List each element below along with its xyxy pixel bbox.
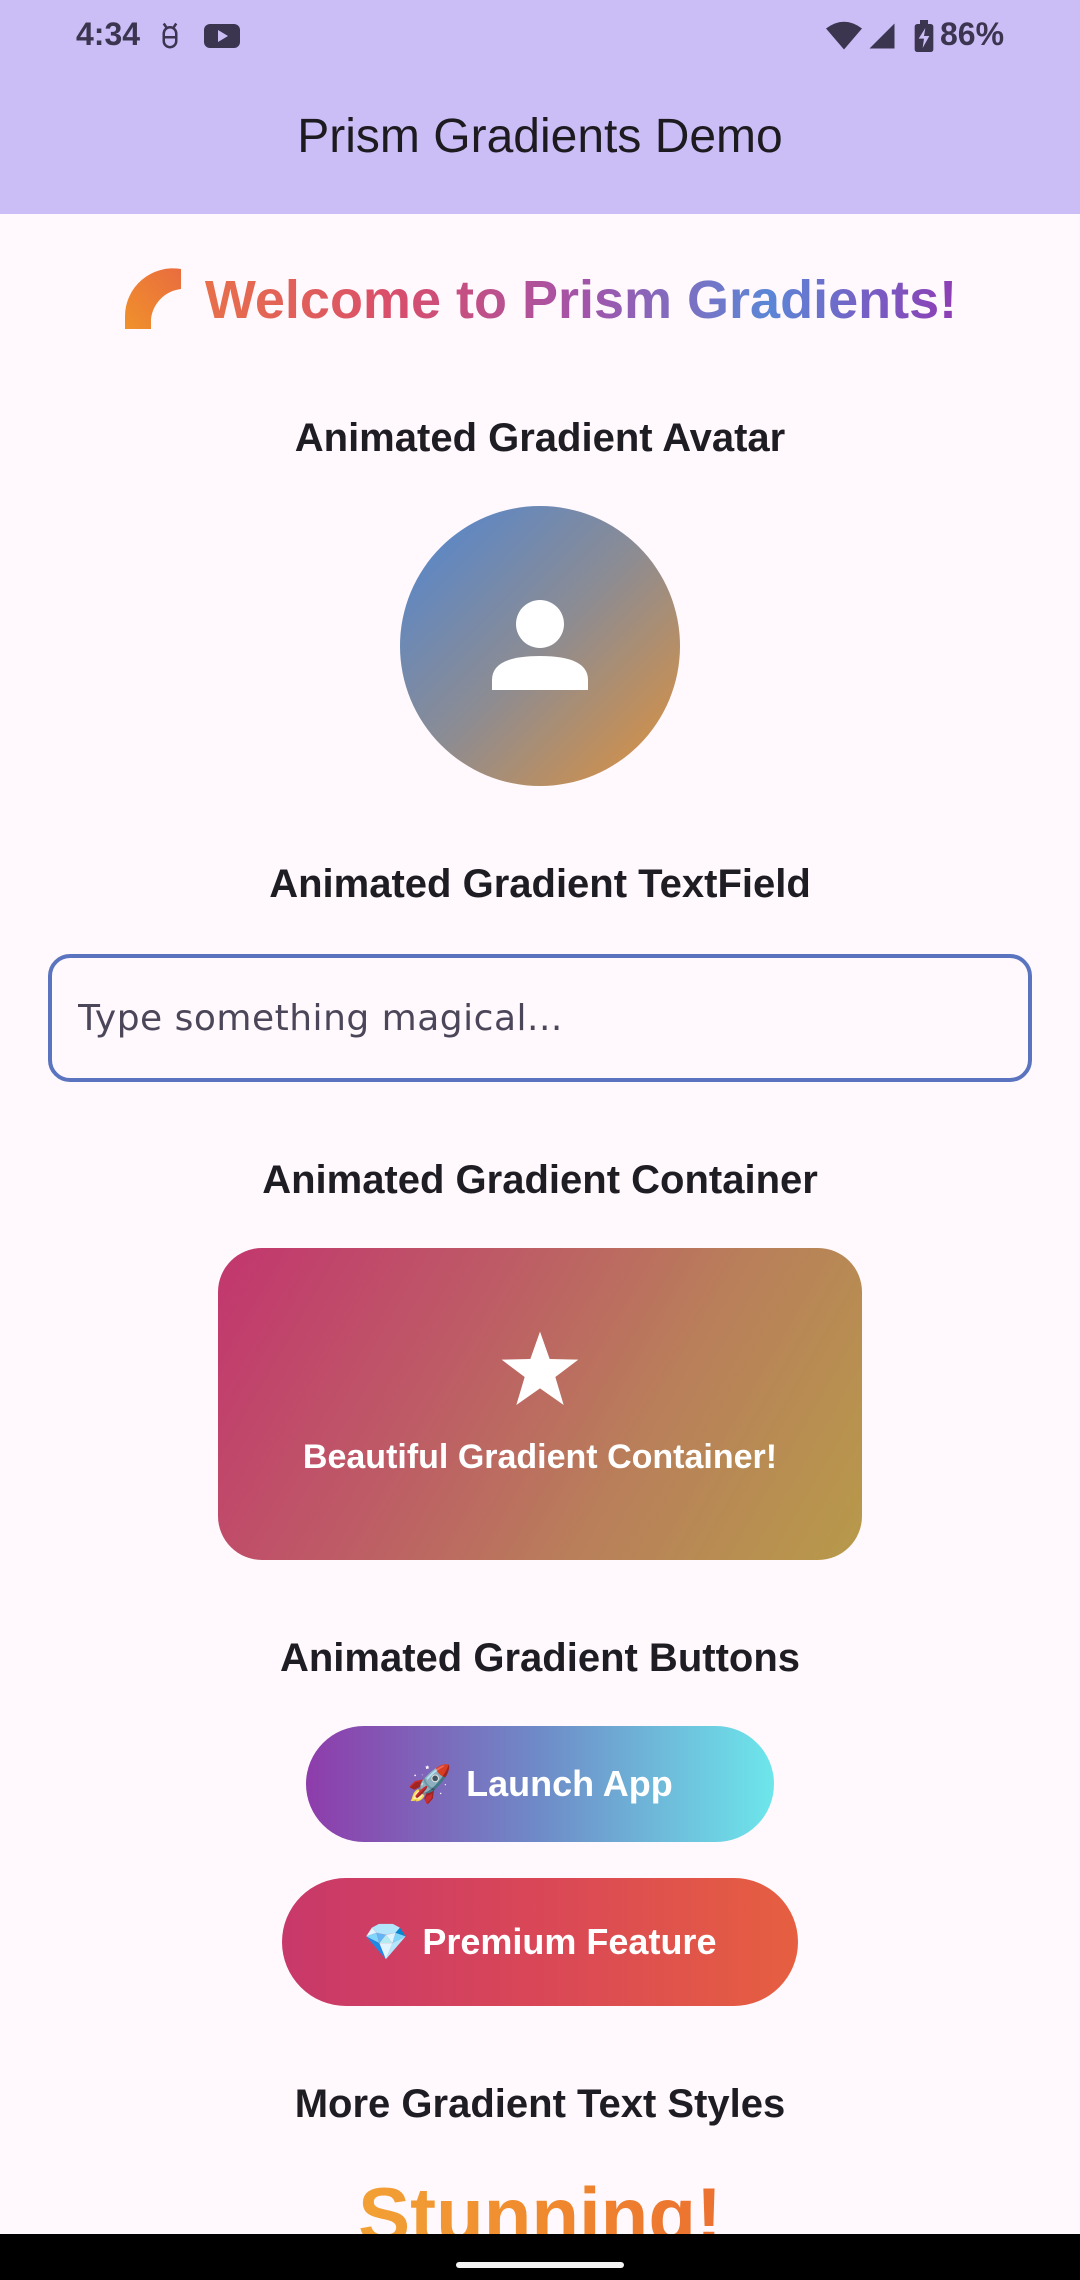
battery-charging-icon xyxy=(906,18,942,54)
textfield-section-title: Animated Gradient TextField xyxy=(269,862,811,906)
android-debug-icon xyxy=(152,18,188,54)
battery-percent: 86% xyxy=(940,16,1005,52)
gradient-textfield[interactable] xyxy=(48,954,1032,1082)
launch-app-label: Launch App xyxy=(466,1763,673,1804)
container-label: Beautiful Gradient Container! xyxy=(302,1438,778,1476)
buttons-section-title: Animated Gradient Buttons xyxy=(279,1636,801,1680)
app-bar-title: Prism Gradients Demo xyxy=(297,109,783,163)
status-bar: 4:34 86% xyxy=(0,0,1080,72)
avatar-section-title: Animated Gradient Avatar xyxy=(294,416,786,460)
system-nav-bar xyxy=(0,2234,1080,2280)
wifi-icon xyxy=(826,18,862,54)
welcome-banner: Welcome to Prism Gradients! xyxy=(0,262,1080,338)
star-icon xyxy=(500,1331,580,1414)
rocket-icon: 🚀 xyxy=(407,1763,453,1804)
status-time: 4:34 xyxy=(76,16,141,52)
avatar[interactable] xyxy=(400,506,680,786)
text-styles-section-title: More Gradient Text Styles xyxy=(294,2082,786,2126)
app-bar: Prism Gradients Demo xyxy=(0,72,1080,214)
welcome-text: Welcome to Prism Gradients! xyxy=(204,270,958,330)
gem-icon: 💎 xyxy=(363,1921,409,1962)
premium-feature-label: Premium Feature xyxy=(422,1921,717,1962)
youtube-icon xyxy=(204,18,240,54)
premium-feature-button[interactable]: 💎 Premium Feature xyxy=(282,1878,798,2006)
gradient-container: Beautiful Gradient Container! xyxy=(218,1248,862,1560)
quarter-circle-icon xyxy=(123,267,183,334)
magic-text-input[interactable] xyxy=(52,958,1028,1078)
home-gesture-handle[interactable] xyxy=(456,2262,624,2268)
launch-app-button[interactable]: 🚀 Launch App xyxy=(306,1726,774,1842)
cell-signal-icon xyxy=(864,18,900,54)
container-section-title: Animated Gradient Container xyxy=(262,1158,818,1202)
person-icon xyxy=(490,594,590,699)
